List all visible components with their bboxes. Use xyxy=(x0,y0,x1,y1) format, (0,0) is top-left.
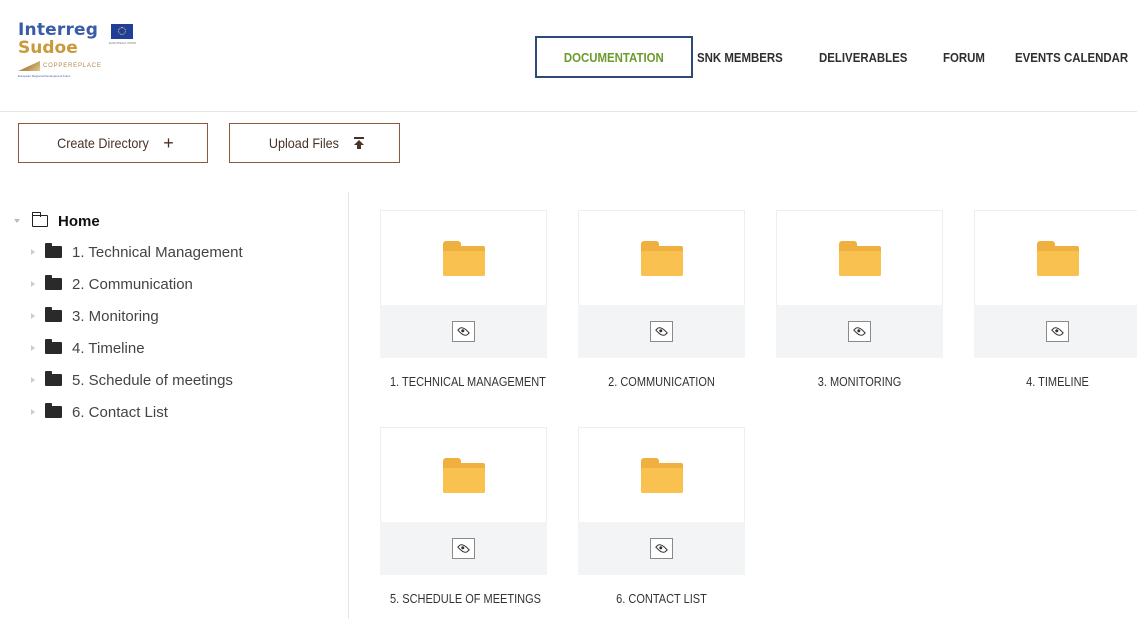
eye-icon xyxy=(655,542,668,555)
folder-card-actions xyxy=(380,522,547,575)
caret-right-icon[interactable] xyxy=(31,249,35,255)
upload-files-label: Upload Files xyxy=(268,135,339,151)
tree-item-technical-management[interactable]: 1. Technical Management xyxy=(12,236,342,268)
preview-button[interactable] xyxy=(1046,321,1069,342)
folder-card-title[interactable]: 3. MONITORING xyxy=(786,375,933,389)
eu-flag-icon xyxy=(111,24,133,39)
logo-sudoe-text: Sudoe xyxy=(18,38,78,58)
eye-icon xyxy=(457,325,470,338)
folder-icon xyxy=(45,307,62,322)
folder-card-thumb[interactable] xyxy=(578,210,745,305)
upload-icon xyxy=(354,137,365,149)
folder-icon xyxy=(45,371,62,386)
folder-card-thumb[interactable] xyxy=(776,210,943,305)
folder-icon xyxy=(838,241,881,276)
eye-icon xyxy=(853,325,866,338)
folder-icon xyxy=(640,241,683,276)
caret-right-icon[interactable] xyxy=(31,377,35,383)
folder-icon xyxy=(45,275,62,290)
folder-card-thumb[interactable] xyxy=(380,427,547,522)
caret-down-icon[interactable] xyxy=(14,219,20,223)
site-header: Interreg Sudoe EUROPEAN UNION COPPEREPLA… xyxy=(0,0,1137,112)
tree-item-home[interactable]: Home xyxy=(12,206,342,236)
folder-icon xyxy=(45,339,62,354)
folder-card-contact-list[interactable]: 6. CONTACT LIST xyxy=(578,427,745,606)
logo-project-text: COPPEREPLACE xyxy=(43,63,102,69)
preview-button[interactable] xyxy=(650,321,673,342)
folder-card-actions xyxy=(380,305,547,358)
folder-card-actions xyxy=(578,522,745,575)
folder-card-schedule-of-meetings[interactable]: 5. SCHEDULE OF MEETINGS xyxy=(380,427,547,606)
nav-events-calendar[interactable]: EVENTS CALENDAR xyxy=(1015,50,1128,65)
sidebar-divider xyxy=(348,192,349,619)
folder-icon xyxy=(442,458,485,493)
tree-item-timeline[interactable]: 4. Timeline xyxy=(12,332,342,364)
project-mark-icon xyxy=(18,61,40,71)
folder-icon xyxy=(442,241,485,276)
tree-item-label: 3. Monitoring xyxy=(72,307,159,325)
logo-fund-caption: European Regional Development Fund xyxy=(18,74,70,78)
caret-right-icon[interactable] xyxy=(31,409,35,415)
folder-tree: Home 1. Technical Management 2. Communic… xyxy=(12,206,342,428)
eu-caption: EUROPEAN UNION xyxy=(109,41,137,45)
nav-forum[interactable]: FORUM xyxy=(943,50,985,65)
folder-card-title[interactable]: 2. COMMUNICATION xyxy=(588,375,735,389)
folder-card-title[interactable]: 5. SCHEDULE OF MEETINGS xyxy=(390,592,541,606)
create-directory-label: Create Directory xyxy=(57,135,150,151)
plus-icon: + xyxy=(163,133,174,153)
interreg-sudoe-logo[interactable]: Interreg Sudoe EUROPEAN UNION COPPEREPLA… xyxy=(18,22,158,92)
eye-icon xyxy=(457,542,470,555)
tree-item-monitoring[interactable]: 3. Monitoring xyxy=(12,300,342,332)
folder-card-title[interactable]: 4. TIMELINE xyxy=(984,375,1131,389)
folder-card-actions xyxy=(776,305,943,358)
folder-card-actions xyxy=(578,305,745,358)
nav-deliverables[interactable]: DELIVERABLES xyxy=(819,50,907,65)
tree-item-contact-list[interactable]: 6. Contact List xyxy=(12,396,342,428)
tree-item-schedule-of-meetings[interactable]: 5. Schedule of meetings xyxy=(12,364,342,396)
eye-icon xyxy=(655,325,668,338)
tree-root-label: Home xyxy=(58,212,100,230)
upload-files-button[interactable]: Upload Files xyxy=(229,123,400,163)
logo-interreg-text: Interreg xyxy=(18,20,99,40)
folder-card-technical-management[interactable]: 1. TECHNICAL MANAGEMENT xyxy=(380,210,547,389)
folder-card-communication[interactable]: 2. COMMUNICATION xyxy=(578,210,745,389)
folder-card-title[interactable]: 6. CONTACT LIST xyxy=(588,592,735,606)
folder-card-thumb[interactable] xyxy=(380,210,547,305)
folder-icon xyxy=(45,243,62,258)
caret-right-icon[interactable] xyxy=(31,313,35,319)
folder-open-icon xyxy=(31,212,48,227)
tree-item-label: 1. Technical Management xyxy=(72,243,243,261)
nav-documentation[interactable]: DOCUMENTATION xyxy=(535,36,693,78)
logo-project: COPPEREPLACE xyxy=(18,61,158,71)
preview-button[interactable] xyxy=(650,538,673,559)
folder-icon xyxy=(640,458,683,493)
tree-item-label: 4. Timeline xyxy=(72,339,145,357)
tree-item-communication[interactable]: 2. Communication xyxy=(12,268,342,300)
folder-card-thumb[interactable] xyxy=(974,210,1137,305)
tree-item-label: 5. Schedule of meetings xyxy=(72,371,233,389)
folder-card-thumb[interactable] xyxy=(578,427,745,522)
nav-documentation-label: DOCUMENTATION xyxy=(564,49,664,65)
tree-item-label: 6. Contact List xyxy=(72,403,168,421)
preview-button[interactable] xyxy=(452,321,475,342)
caret-right-icon[interactable] xyxy=(31,281,35,287)
folder-icon xyxy=(45,403,62,418)
nav-snk-members[interactable]: SNK MEMBERS xyxy=(697,50,783,65)
create-directory-button[interactable]: Create Directory + xyxy=(18,123,208,163)
tree-item-label: 2. Communication xyxy=(72,275,193,293)
folder-card-actions xyxy=(974,305,1137,358)
caret-right-icon[interactable] xyxy=(31,345,35,351)
preview-button[interactable] xyxy=(452,538,475,559)
eye-icon xyxy=(1051,325,1064,338)
folder-card-title[interactable]: 1. TECHNICAL MANAGEMENT xyxy=(390,375,546,389)
folder-card-monitoring[interactable]: 3. MONITORING xyxy=(776,210,943,389)
folder-icon xyxy=(1036,241,1079,276)
folder-card-timeline[interactable]: 4. TIMELINE xyxy=(974,210,1137,389)
preview-button[interactable] xyxy=(848,321,871,342)
